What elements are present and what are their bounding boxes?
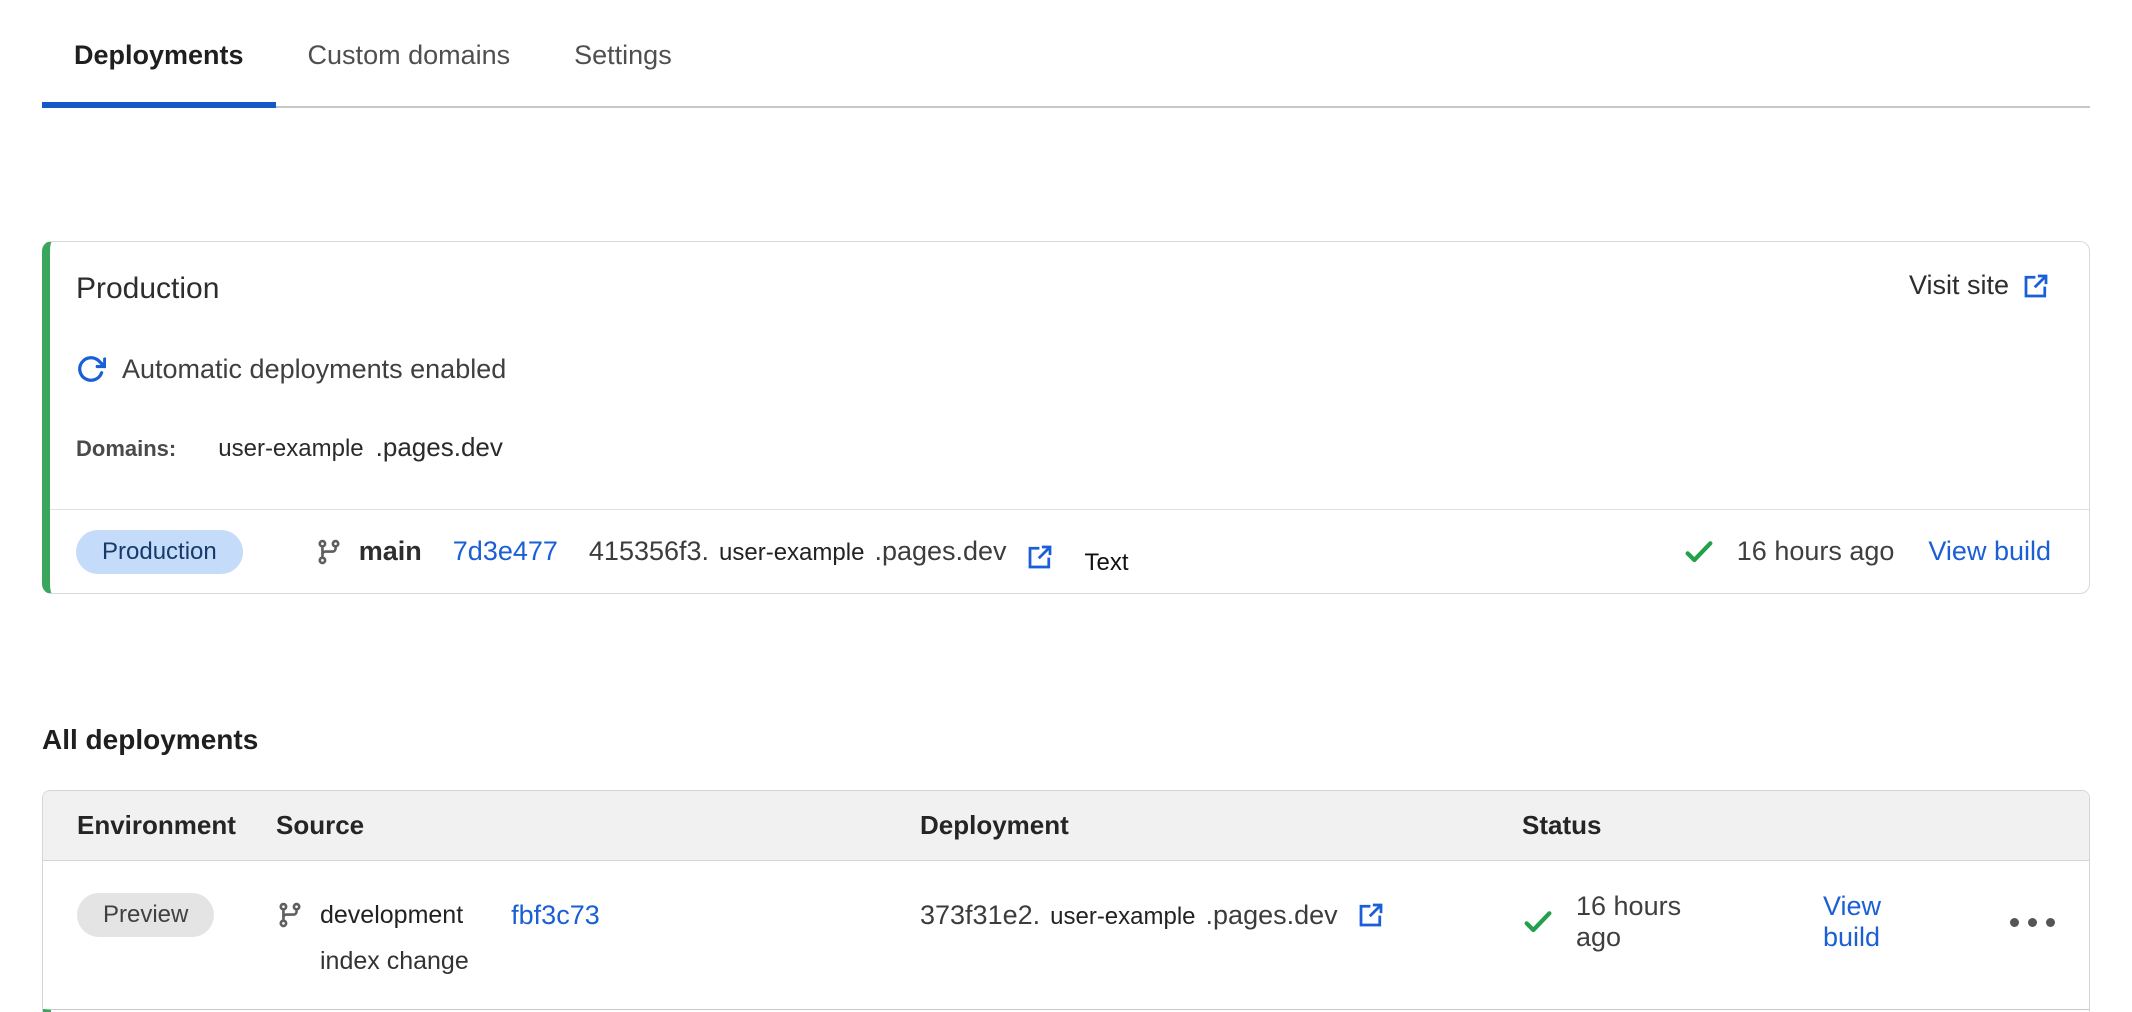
deployment-url-suffix: .pages.dev — [1206, 900, 1338, 931]
visit-site-label: Visit site — [1909, 270, 2009, 301]
tab-settings[interactable]: Settings — [542, 38, 704, 108]
all-deployments-heading: All deployments — [42, 722, 2090, 758]
check-icon — [1683, 536, 1715, 568]
annotation-text: Text — [1085, 549, 1129, 577]
commit-message: index change — [320, 947, 886, 976]
git-branch-icon — [276, 901, 304, 929]
check-icon — [1522, 906, 1554, 938]
column-header-source: Source — [242, 810, 886, 841]
tab-custom-domains[interactable]: Custom domains — [276, 38, 543, 108]
commit-hash-link[interactable]: 7d3e477 — [453, 536, 558, 567]
refresh-icon — [76, 354, 106, 384]
view-build-link[interactable]: View build — [1823, 891, 1944, 953]
view-build-link[interactable]: View build — [1928, 536, 2051, 567]
branch-name: main — [359, 536, 422, 567]
commit-hash-link[interactable]: fbf3c73 — [511, 900, 600, 931]
deployment-url-name: user-example — [719, 539, 864, 567]
column-header-status: Status — [1488, 810, 2089, 841]
deployment-url-prefix: 415356f3. — [589, 536, 709, 567]
column-header-environment: Environment — [43, 810, 242, 841]
domains-label: Domains: — [76, 436, 176, 462]
deployment-url-name: user-example — [1050, 903, 1195, 931]
environment-badge-production: Production — [76, 530, 243, 574]
column-header-deployment: Deployment — [886, 810, 1488, 841]
external-link-icon[interactable] — [1356, 900, 1386, 930]
auto-deploy-text: Automatic deployments enabled — [122, 352, 506, 386]
production-deployment-row: Production main 7d3e477 415356f3. user-e… — [50, 509, 2089, 593]
deployment-time: 16 hours ago — [1576, 891, 1731, 953]
deployment-url-prefix: 373f31e2. — [920, 900, 1040, 931]
table-header-row: Environment Source Deployment Status — [43, 791, 2089, 861]
production-title: Production — [76, 270, 219, 308]
tab-deployments[interactable]: Deployments — [42, 38, 276, 108]
deployment-time: 16 hours ago — [1737, 536, 1895, 567]
ellipsis-icon[interactable] — [2006, 908, 2059, 937]
branch-name: development — [320, 901, 463, 930]
visit-site-link[interactable]: Visit site — [1909, 270, 2051, 301]
git-branch-icon — [315, 538, 343, 566]
tab-bar: Deployments Custom domains Settings — [42, 0, 2090, 108]
domain-suffix: .pages.dev — [376, 432, 503, 463]
external-link-icon — [2021, 271, 2051, 301]
deployment-url-suffix: .pages.dev — [874, 536, 1006, 567]
production-card: Production Visit site Automa — [42, 241, 2090, 594]
external-link-icon[interactable] — [1025, 542, 1055, 572]
table-row: Preview development fbf3c73 index change… — [43, 861, 2089, 1009]
deployments-table: Environment Source Deployment Status Pre… — [42, 790, 2090, 1012]
domain-name: user-example — [218, 435, 363, 463]
environment-badge-preview: Preview — [77, 893, 214, 937]
